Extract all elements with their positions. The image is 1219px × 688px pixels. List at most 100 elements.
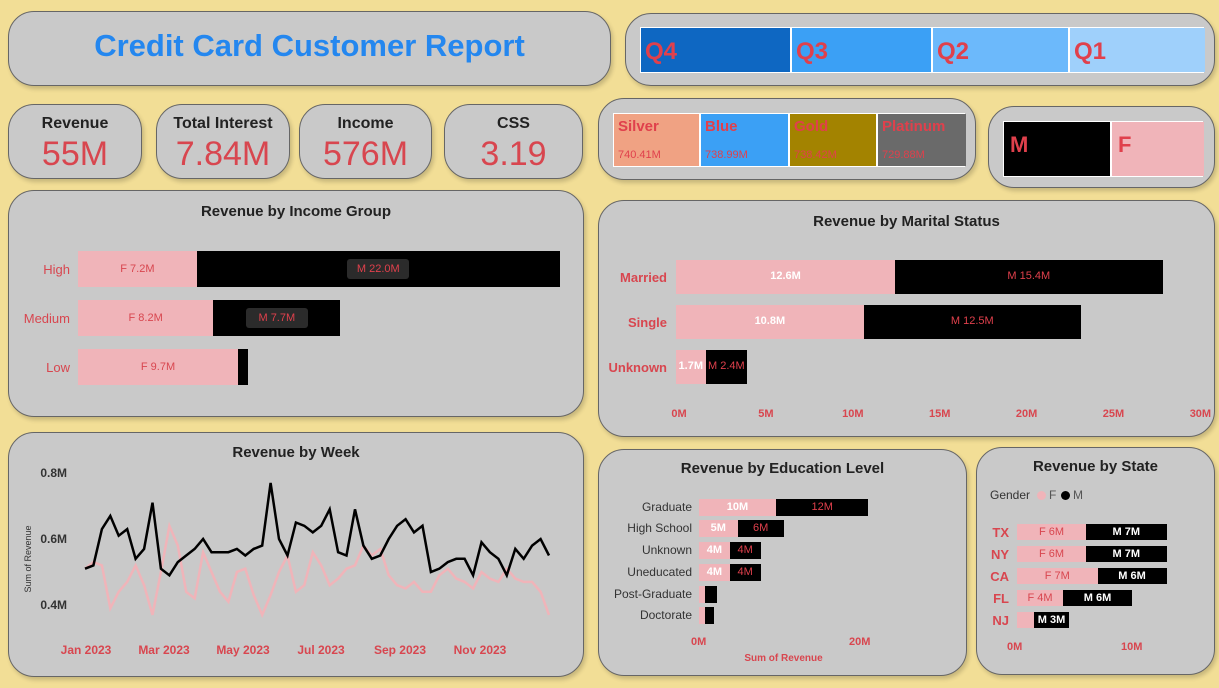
legend-marker	[1037, 491, 1046, 500]
data-label: M 7M	[1112, 526, 1141, 538]
data-label: M 12.5M	[950, 315, 994, 327]
card-value: 740.41M	[618, 149, 661, 161]
data-label: M 6M	[1118, 570, 1146, 582]
data-label: F 4M	[1027, 592, 1053, 604]
bar-m	[238, 349, 248, 385]
x-tick: 5M	[758, 408, 774, 420]
series-line-f	[84, 521, 551, 619]
y-tick: 0.4M	[40, 598, 67, 612]
card-value: 738.42M	[794, 149, 837, 161]
education-plot-area: Graduate 10M 12M High School 5M 6M Unknown 4M 4M…	[599, 450, 968, 677]
quarter-label: Q2	[937, 38, 970, 65]
kpi-revenue-card: Revenue 55M	[8, 104, 142, 179]
bar-m	[705, 607, 715, 624]
quarter-label: Q4	[645, 38, 678, 65]
category-label: Unknown	[608, 360, 668, 375]
gender-label: F	[1118, 132, 1132, 157]
card-value: 729.88M	[882, 149, 925, 161]
bar-f: 4M	[699, 564, 730, 581]
bar-m: M 7.7M	[213, 300, 341, 336]
x-tick: 0M	[671, 408, 687, 420]
data-label: 10M	[726, 501, 749, 513]
bar-f: F 9.7M	[78, 349, 239, 385]
category-label: Single	[627, 315, 667, 330]
bar-f: 5M	[699, 520, 738, 537]
gender-tile-m[interactable]: M	[1004, 122, 1112, 176]
category-label: Unknown	[641, 543, 692, 557]
card-tile-blue[interactable]: Blue 738.99M	[701, 114, 790, 166]
data-label: 12.6M	[770, 270, 801, 282]
data-label: 4M	[706, 566, 723, 578]
x-tick: 10M	[1121, 641, 1143, 653]
bar-f: F 7.2M	[78, 251, 197, 287]
bar-m	[705, 586, 718, 603]
y-tick: 0.6M	[40, 532, 67, 546]
state-chart: Revenue by State Gender F M TX F 6M M 7M NY F 6…	[976, 447, 1215, 675]
data-label: M 7.7M	[245, 308, 308, 328]
data-label: 5M	[710, 522, 726, 534]
x-tick: 15M	[928, 408, 951, 420]
bar-m: 6M	[737, 520, 784, 537]
data-label: M 15.4M	[1007, 270, 1051, 282]
y-axis-label: Sum of Revenue	[23, 525, 33, 592]
data-label: 12M	[811, 501, 833, 513]
quarter-tile-q1[interactable]: Q1	[1070, 28, 1205, 72]
legend-title: Gender	[990, 488, 1031, 502]
card-name: Gold	[794, 118, 829, 135]
card-tile-platinum[interactable]: Platinum 729.88M	[878, 114, 966, 166]
bar-f: F 6M	[1017, 546, 1086, 562]
data-label: M 3M	[1037, 614, 1066, 626]
card-category-slicer: Silver 740.41M Blue 738.99M Gold 738.42M…	[613, 113, 966, 167]
quarter-label: Q1	[1074, 38, 1107, 65]
kpi-interest-card: Total Interest 7.84M	[156, 104, 290, 179]
bar-m: M 6M	[1097, 568, 1167, 584]
category-label: Doctorate	[639, 608, 692, 622]
gender-slicer-card: M F	[988, 106, 1215, 188]
kpi-value: 7.84M	[175, 135, 271, 173]
bar-m: M 2.4M	[705, 350, 748, 384]
income-plot-area: High F 7.2M M 22.0M Medium F 8.2M M 7.7M Low F …	[9, 191, 585, 418]
data-label: M 2.4M	[708, 360, 745, 372]
kpi-label: Income	[337, 115, 394, 132]
category-label: FL	[993, 591, 1009, 606]
card-value: 738.99M	[705, 149, 748, 161]
gender-slicer: M F	[1003, 121, 1204, 177]
bar-m: M 12.5M	[863, 305, 1081, 339]
kpi-label: CSS	[497, 115, 530, 132]
legend-marker	[1061, 491, 1070, 500]
card-tile-silver[interactable]: Silver 740.41M	[614, 114, 701, 166]
x-tick: Nov 2023	[454, 643, 507, 657]
quarter-slicer: Q4 Q3 Q2 Q1	[640, 27, 1205, 73]
x-tick: 0M	[691, 636, 707, 648]
week-line-chart: 0.8M 0.6M 0.4M Sum of Revenue Jan 2023 Mar 20…	[23, 466, 551, 657]
legend-item: M	[1073, 488, 1083, 502]
x-tick: 20M	[849, 636, 871, 648]
bar-f: 12.6M	[676, 260, 895, 294]
marital-plot-area: Married 12.6M M 15.4M Single 10.8M M 12.5M Unk…	[599, 201, 1216, 438]
card-tile-gold[interactable]: Gold 738.42M	[790, 114, 878, 166]
category-label: High	[43, 262, 70, 277]
bar-f: F 6M	[1017, 524, 1086, 540]
bar-f: F 7M	[1017, 568, 1098, 584]
card-name: Blue	[705, 118, 738, 135]
x-tick: Mar 2023	[138, 643, 190, 657]
card-category-slicer-card: Silver 740.41M Blue 738.99M Gold 738.42M…	[598, 98, 976, 180]
data-label: F 9.7M	[140, 361, 176, 373]
kpi-value: 55M	[41, 135, 109, 173]
bar-m: M 3M	[1034, 612, 1069, 628]
quarter-tile-q4[interactable]: Q4	[641, 28, 792, 72]
quarter-tile-q3[interactable]: Q3	[792, 28, 933, 72]
x-tick: 30M	[1189, 408, 1212, 420]
gender-tile-f[interactable]: F	[1112, 122, 1204, 176]
bar-m: 12M	[776, 499, 869, 516]
category-label: NJ	[992, 613, 1009, 628]
bar-m: 4M	[729, 542, 761, 559]
quarter-label: Q3	[796, 38, 829, 65]
bar-f	[1017, 612, 1035, 628]
legend-item: F	[1049, 488, 1057, 502]
bar-m: M 7M	[1086, 546, 1167, 562]
week-plot-area: 0.8M 0.6M 0.4M Sum of Revenue Jan 2023 Mar 20…	[9, 433, 585, 678]
data-label: M 7M	[1112, 548, 1141, 560]
quarter-tile-q2[interactable]: Q2	[933, 28, 1070, 72]
data-label: F 6M	[1038, 548, 1065, 560]
